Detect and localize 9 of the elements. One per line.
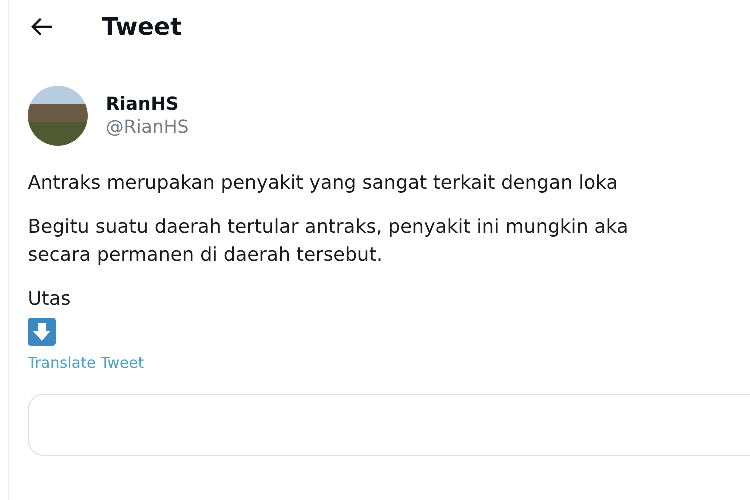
- back-arrow-icon[interactable]: [30, 17, 54, 37]
- tweet-text: Utas: [28, 288, 72, 310]
- tweet-text: secara permanen di daerah tersebut.: [28, 244, 384, 266]
- page-title: Tweet: [102, 13, 182, 41]
- author-handle[interactable]: @RianHS: [106, 117, 189, 138]
- tweet-text: Antraks merupakan penyakit yang sangat terkait dengan loka: [28, 172, 620, 194]
- tweet-text: Begitu suatu daerah tertular antraks, penyakit ini mungkin aka: [28, 216, 630, 238]
- author-name[interactable]: RianHS: [106, 94, 189, 115]
- translate-link[interactable]: Translate Tweet: [28, 354, 144, 372]
